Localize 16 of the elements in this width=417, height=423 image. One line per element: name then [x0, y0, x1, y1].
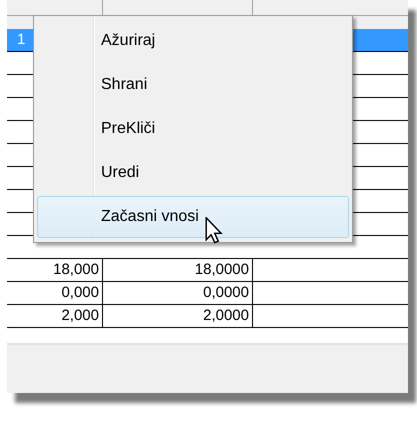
menu-item[interactable]: Shrani: [37, 64, 349, 106]
table-cell: 0,0000: [103, 282, 253, 304]
table-row[interactable]: 18,000 18,0000: [7, 259, 408, 282]
menu-item[interactable]: Uredi: [37, 152, 349, 194]
cursor-icon: [205, 217, 223, 244]
menu-item[interactable]: Začasni vnosi: [37, 196, 349, 238]
table-cell-text: 1: [16, 30, 26, 50]
table-cell: 18,0000: [103, 259, 253, 281]
table-row[interactable]: 2,000 2,0000: [7, 305, 408, 328]
table-row[interactable]: 0,000 0,0000: [7, 282, 408, 305]
table-cell: 0,000: [7, 282, 103, 304]
menu-item[interactable]: Ažuriraj: [37, 20, 349, 62]
menu-item[interactable]: PreKliči: [37, 108, 349, 150]
table-cell: 2,000: [7, 305, 103, 327]
table-cell: 18,000: [7, 259, 103, 281]
table-cell: 2,0000: [103, 305, 253, 327]
